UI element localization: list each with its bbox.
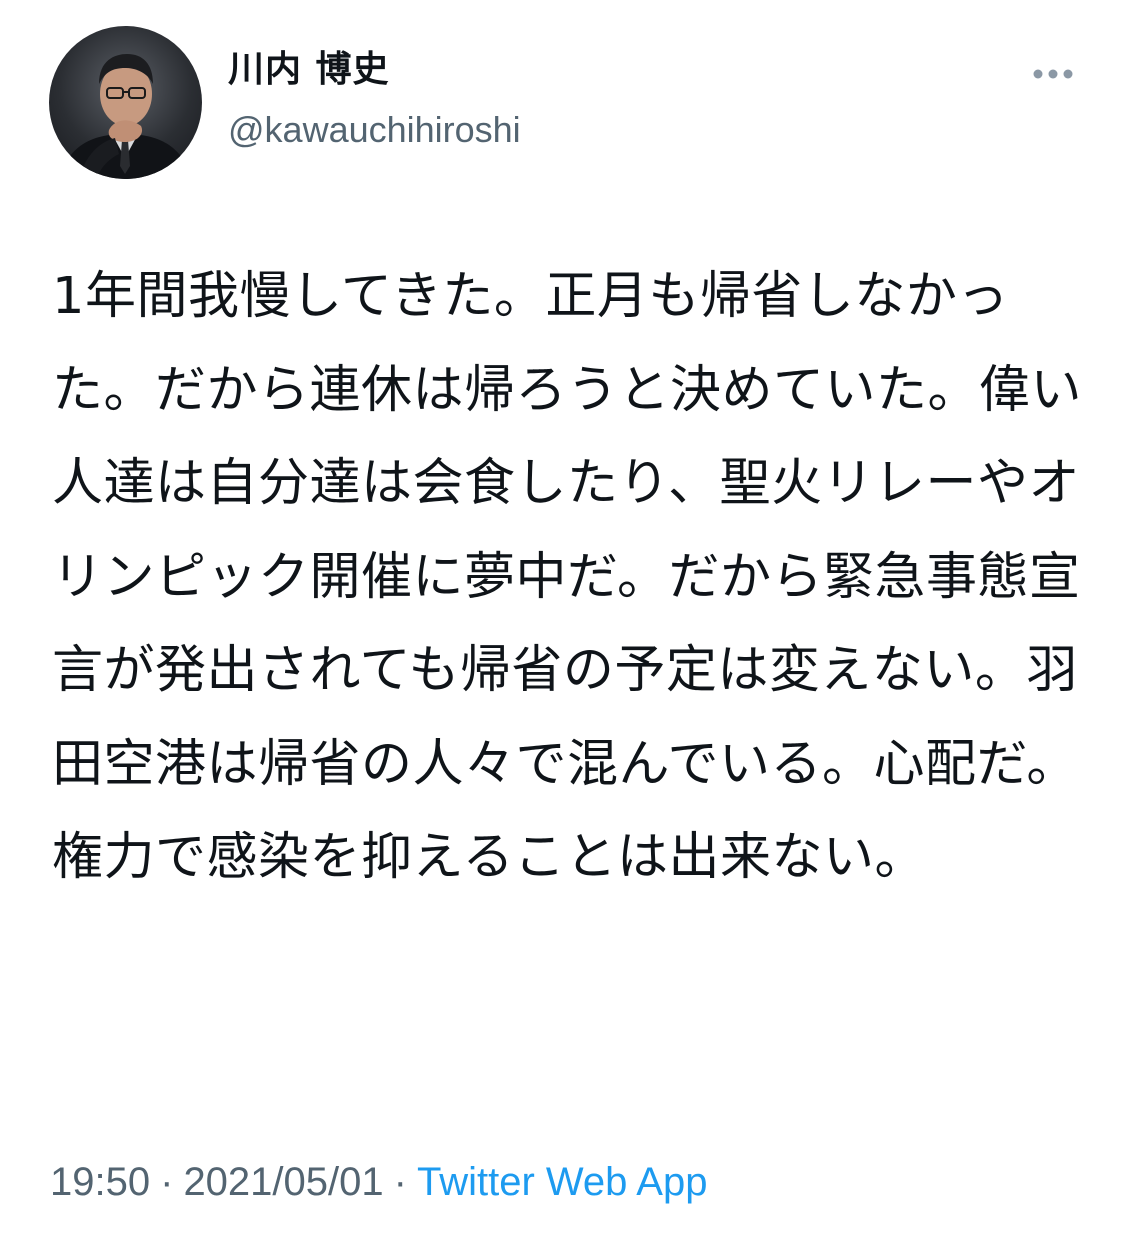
author-display-name[interactable]: 川内 博史 [228,48,521,92]
tweet-source-link[interactable]: Twitter Web App [417,1160,708,1204]
avatar-portrait-image [59,54,192,179]
meta-separator: · [393,1160,407,1204]
more-options-button[interactable] [1029,54,1077,94]
meta-separator: · [160,1160,174,1204]
author-handle[interactable]: @kawauchihiroshi [228,108,521,152]
tweet: 川内 博史 @kawauchihiroshi 1年間我慢してきた。正月も帰省しな… [0,0,1125,1234]
avatar[interactable] [49,26,202,179]
tweet-meta: 19:50 · 2021/05/01 · Twitter Web App [50,1158,707,1206]
tweet-text: 1年間我慢してきた。正月も帰省しなかった。だから連休は帰ろうと決めていた。偉い人… [52,267,1083,887]
more-horizontal-icon [1033,69,1073,79]
tweet-time[interactable]: 19:50 [50,1160,150,1204]
author-block: 川内 博史 @kawauchihiroshi [228,48,521,152]
tweet-date[interactable]: 2021/05/01 [183,1160,383,1204]
